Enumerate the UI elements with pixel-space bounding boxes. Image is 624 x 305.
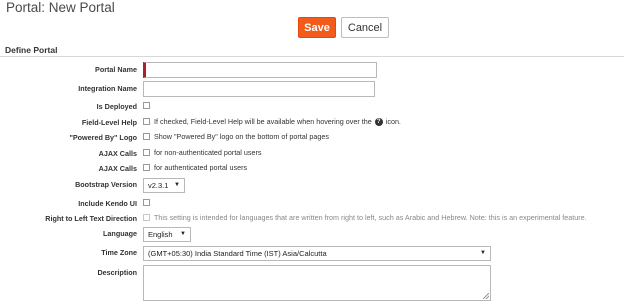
language-select[interactable]: English ▼ bbox=[143, 227, 191, 242]
ajax-calls-auth-text: for authenticated portal users bbox=[154, 163, 248, 172]
page-title: Portal: New Portal bbox=[6, 0, 115, 15]
save-button[interactable]: Save bbox=[298, 17, 336, 38]
language-value: English bbox=[148, 230, 173, 239]
ajax-calls-non-auth-checkbox[interactable] bbox=[143, 149, 150, 156]
rtl-direction-checkbox[interactable] bbox=[143, 214, 150, 221]
section-title: Define Portal bbox=[5, 45, 58, 55]
field-level-help-text-before: If checked, Field-Level Help will be ava… bbox=[154, 117, 372, 126]
field-level-help-text: If checked, Field-Level Help will be ava… bbox=[154, 117, 401, 127]
bootstrap-version-label: Bootstrap Version bbox=[75, 180, 137, 189]
rtl-direction-label: Right to Left Text Direction bbox=[45, 214, 137, 223]
include-kendo-ui-label: Include Kendo UI bbox=[78, 199, 137, 208]
time-zone-value: (GMT+05:30) India Standard Time (IST) As… bbox=[148, 249, 327, 258]
chevron-down-icon: ▼ bbox=[174, 182, 180, 188]
time-zone-select[interactable]: (GMT+05:30) India Standard Time (IST) As… bbox=[143, 246, 491, 261]
description-label: Description bbox=[97, 268, 137, 277]
bootstrap-version-select[interactable]: v2.3.1 ▼ bbox=[143, 178, 185, 193]
ajax-calls-non-auth-label: AJAX Calls bbox=[98, 149, 137, 158]
field-level-help-checkbox[interactable] bbox=[143, 118, 150, 125]
bootstrap-version-value: v2.3.1 bbox=[148, 181, 169, 190]
ajax-calls-non-auth-text: for non-authenticated portal users bbox=[154, 148, 262, 157]
field-level-help-text-after: icon. bbox=[385, 117, 401, 126]
description-textarea[interactable] bbox=[143, 265, 491, 301]
language-label: Language bbox=[103, 229, 137, 238]
is-deployed-checkbox[interactable] bbox=[143, 102, 150, 109]
integration-name-label: Integration Name bbox=[78, 84, 137, 93]
ajax-calls-auth-label: AJAX Calls bbox=[98, 164, 137, 173]
section-divider bbox=[0, 56, 624, 57]
powered-by-logo-label: "Powered By" Logo bbox=[69, 133, 137, 142]
rtl-direction-text: This setting is intended for languages t… bbox=[154, 213, 587, 222]
is-deployed-label: Is Deployed bbox=[96, 102, 137, 111]
include-kendo-ui-checkbox[interactable] bbox=[143, 199, 150, 206]
cancel-button[interactable]: Cancel bbox=[341, 17, 389, 38]
portal-name-label: Portal Name bbox=[95, 65, 137, 74]
portal-name-input[interactable] bbox=[143, 62, 377, 78]
resize-grip-icon[interactable] bbox=[483, 293, 489, 299]
chevron-down-icon: ▼ bbox=[180, 231, 186, 237]
integration-name-input[interactable] bbox=[143, 81, 375, 97]
powered-by-logo-text: Show "Powered By" logo on the bottom of … bbox=[154, 132, 329, 141]
field-level-help-label: Field-Level Help bbox=[81, 118, 137, 127]
ajax-calls-auth-checkbox[interactable] bbox=[143, 164, 150, 171]
time-zone-label: Time Zone bbox=[101, 248, 137, 257]
chevron-down-icon: ▼ bbox=[480, 250, 486, 256]
question-icon: ? bbox=[374, 118, 383, 127]
powered-by-logo-checkbox[interactable] bbox=[143, 133, 150, 140]
